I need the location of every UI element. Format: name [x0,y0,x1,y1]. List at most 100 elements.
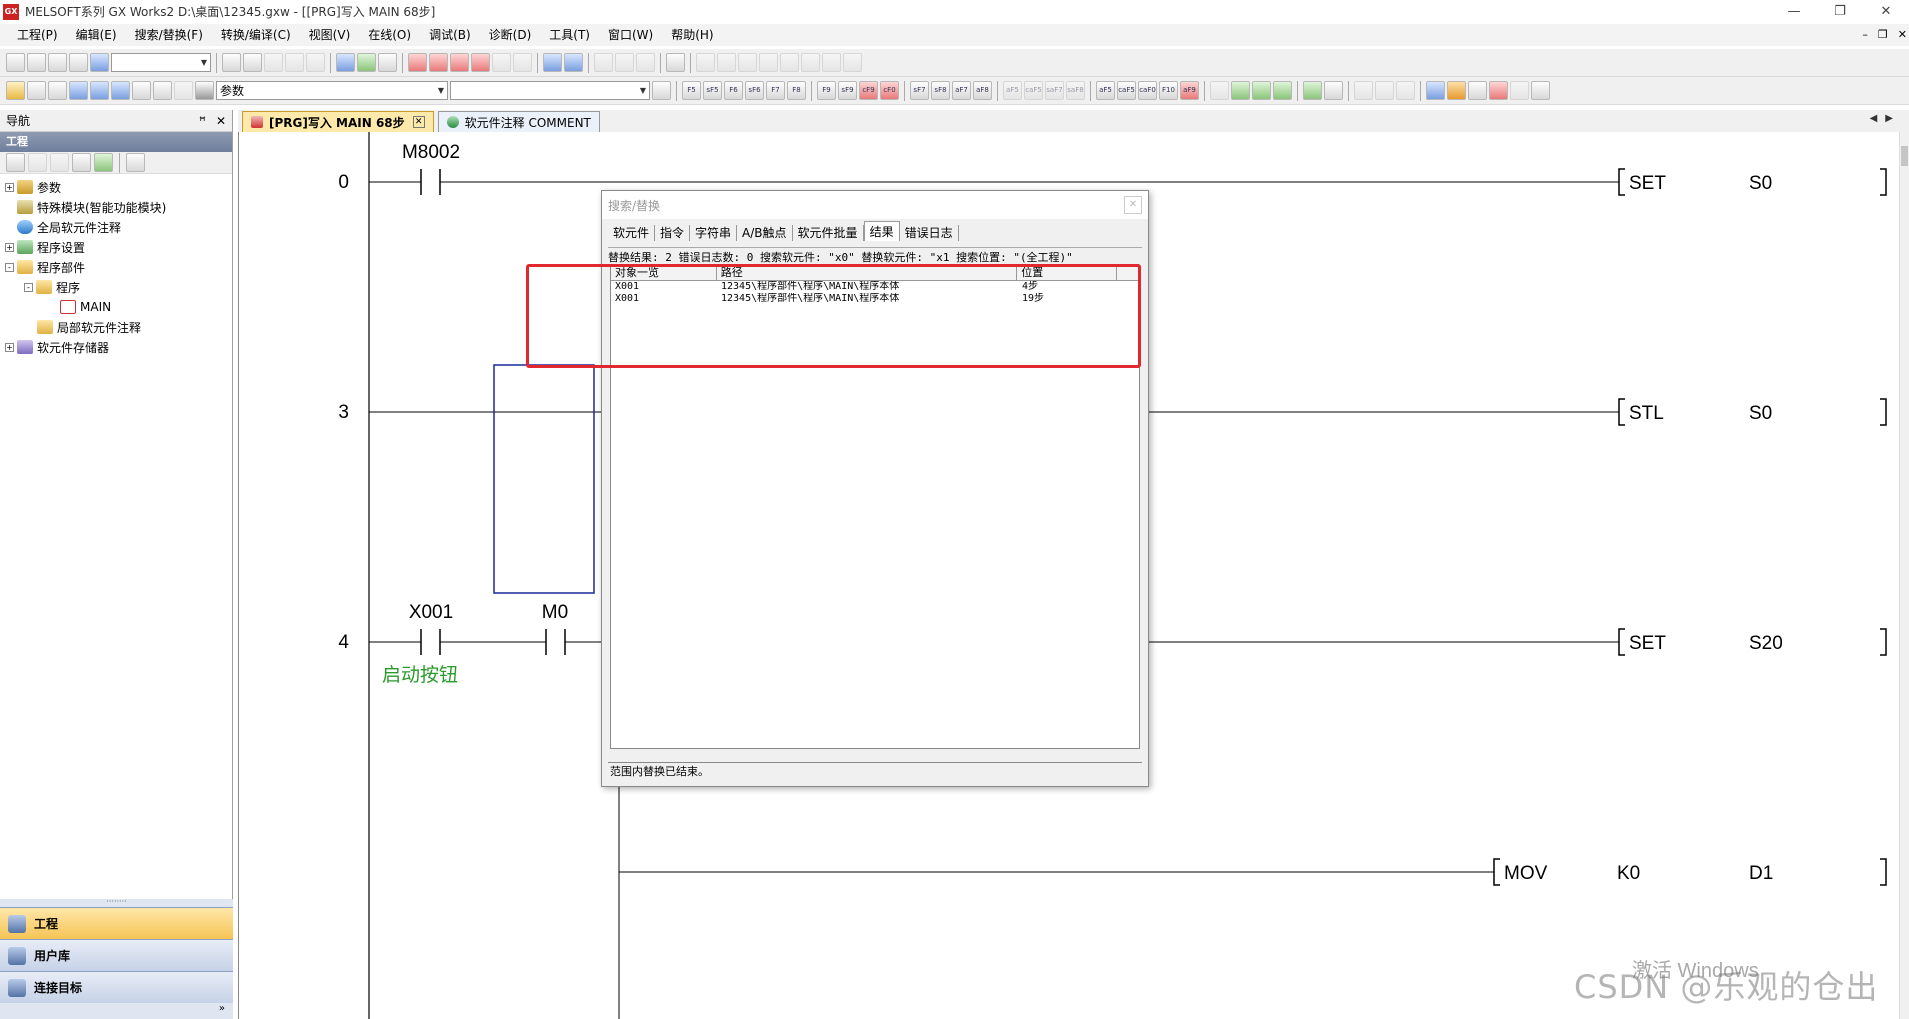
convert-online-icon[interactable] [1273,81,1292,100]
display-icon[interactable] [666,53,685,72]
delete-vline-icon[interactable]: cF0 [880,81,899,100]
tree-item-program-setting[interactable]: + 程序设置 [0,237,232,257]
restore-button[interactable]: ❐ [1817,0,1863,23]
monitor-stop-icon[interactable] [492,53,511,72]
tree-item-main[interactable]: MAIN [0,297,232,317]
new-data-icon[interactable] [6,153,25,172]
step-icon[interactable] [822,53,841,72]
pulse-close2-icon[interactable]: caF5 [1024,81,1043,100]
operation-result-icon[interactable]: caF5 [1117,81,1136,100]
binoculars-icon[interactable] [195,81,214,100]
pulse-close4-icon[interactable]: saF8 [1066,81,1085,100]
print-icon[interactable] [69,53,88,72]
copy-data-icon[interactable] [28,153,47,172]
vertical-scrollbar[interactable] [1899,132,1909,1019]
device-list-icon[interactable] [90,81,109,100]
pin-icon[interactable]: ꟸ [199,114,206,128]
close-icon[interactable]: ✕ [216,114,226,128]
vertical-line-icon[interactable]: sF9 [838,81,857,100]
convert-all-icon[interactable] [1252,81,1271,100]
property-icon[interactable] [72,153,91,172]
read-plc-icon[interactable] [429,53,448,72]
tab-device-comment[interactable]: 软元件注释 COMMENT [437,111,600,132]
block-icon[interactable] [801,53,820,72]
mdi-restore-button[interactable]: ❐ [1878,24,1888,46]
device-comment-icon[interactable] [69,81,88,100]
tree-item-device-memory[interactable]: + 软元件存储器 [0,337,232,357]
table-row[interactable]: X001 12345\程序部件\程序\MAIN\程序本体 4步 [611,281,1139,293]
data-icon[interactable] [1510,81,1529,100]
close-tab-icon[interactable]: ✕ [412,116,425,128]
zoom-icon[interactable] [696,53,715,72]
paste-icon[interactable] [264,53,283,72]
monitor-write-icon[interactable] [513,53,532,72]
eye-icon[interactable] [132,81,151,100]
display-option-icon[interactable] [126,153,145,172]
redo-icon[interactable] [306,53,325,72]
write-mode-icon[interactable] [1375,81,1394,100]
tab-error-log[interactable]: 错误日志 [900,225,959,241]
window-icon[interactable] [48,81,67,100]
menu-window[interactable]: 窗口(W) [599,24,662,46]
coil-icon[interactable]: F7 [766,81,785,100]
note-mode-icon[interactable] [636,53,655,72]
menu-project[interactable]: 工程(P) [8,24,67,46]
device-display-icon[interactable] [1426,81,1445,100]
tab-main-program[interactable]: [PRG]写入 MAIN 68步 ✕ [242,111,434,132]
open-icon[interactable] [27,53,46,72]
menu-find-replace[interactable]: 搜索/替换(F) [126,24,212,46]
column-header-object[interactable]: 对象一览 [611,266,717,280]
comment-mode-icon[interactable] [594,53,613,72]
open-branch-icon[interactable]: sF5 [703,81,722,100]
align-icon[interactable] [717,53,736,72]
statement-mode-icon[interactable] [615,53,634,72]
menu-tool[interactable]: 工具(T) [540,24,599,46]
menu-help[interactable]: 帮助(H) [662,24,722,46]
close-window-button[interactable]: ✕ [1863,0,1909,23]
search-combo[interactable]: 参数 ▼ [216,81,448,100]
invert-icon[interactable]: aF5 [1096,81,1115,100]
filter-icon[interactable] [153,81,172,100]
menu-compile[interactable]: 转换/编译(C) [212,24,300,46]
close-contact-icon[interactable]: F6 [724,81,743,100]
scroll-thumb[interactable] [1901,146,1908,166]
write-plc-icon[interactable] [408,53,427,72]
refresh-icon[interactable] [94,153,113,172]
nav-tab-connection[interactable]: 连接目标 [0,971,233,1003]
project-view-icon[interactable] [6,81,25,100]
pulse-close-icon[interactable]: aF5 [1003,81,1022,100]
copy-icon[interactable] [243,53,262,72]
monitor-start-icon[interactable] [471,53,490,72]
mdi-minimize-button[interactable]: – [1862,24,1868,46]
new-icon[interactable] [6,53,25,72]
tab-device[interactable]: 软元件 [608,225,656,241]
save-icon[interactable] [48,53,67,72]
read-mode-icon[interactable] [1354,81,1373,100]
delete-data-icon[interactable] [50,153,69,172]
expand-icon[interactable]: + [5,182,14,192]
menu-debug[interactable]: 调试(B) [420,24,480,46]
menu-online[interactable]: 在线(O) [359,24,420,46]
dialog-titlebar[interactable]: 搜索/替换 ✕ [602,191,1148,219]
close-branch-icon[interactable]: sF6 [745,81,764,100]
tree-item-local-comment[interactable]: 局部软元件注释 [0,317,232,337]
list-mode-icon[interactable] [1324,81,1343,100]
tab-instruction[interactable]: 指令 [655,225,691,241]
jump-to-icon[interactable] [652,81,671,100]
tree-item-parameter[interactable]: + 参数 [0,177,232,197]
tab-result[interactable]: 结果 [863,221,900,241]
mdi-close-button[interactable]: ✕ [1898,24,1907,46]
expand-icon[interactable]: + [5,242,14,252]
collapse-icon[interactable]: - [24,282,33,292]
cut-icon[interactable] [222,53,241,72]
falling-pulse-icon[interactable]: sF8 [931,81,950,100]
comment-display-icon[interactable] [1447,81,1466,100]
menu-edit[interactable]: 编辑(E) [67,24,126,46]
list-view-icon[interactable] [27,81,46,100]
info-icon[interactable] [174,81,193,100]
tab-ab-contact[interactable]: A/B触点 [737,225,793,241]
horizontal-line-icon[interactable]: F9 [817,81,836,100]
verify-plc-icon[interactable] [450,53,469,72]
more-icon[interactable]: » [0,1003,233,1019]
menu-view[interactable]: 视图(V) [300,24,360,46]
